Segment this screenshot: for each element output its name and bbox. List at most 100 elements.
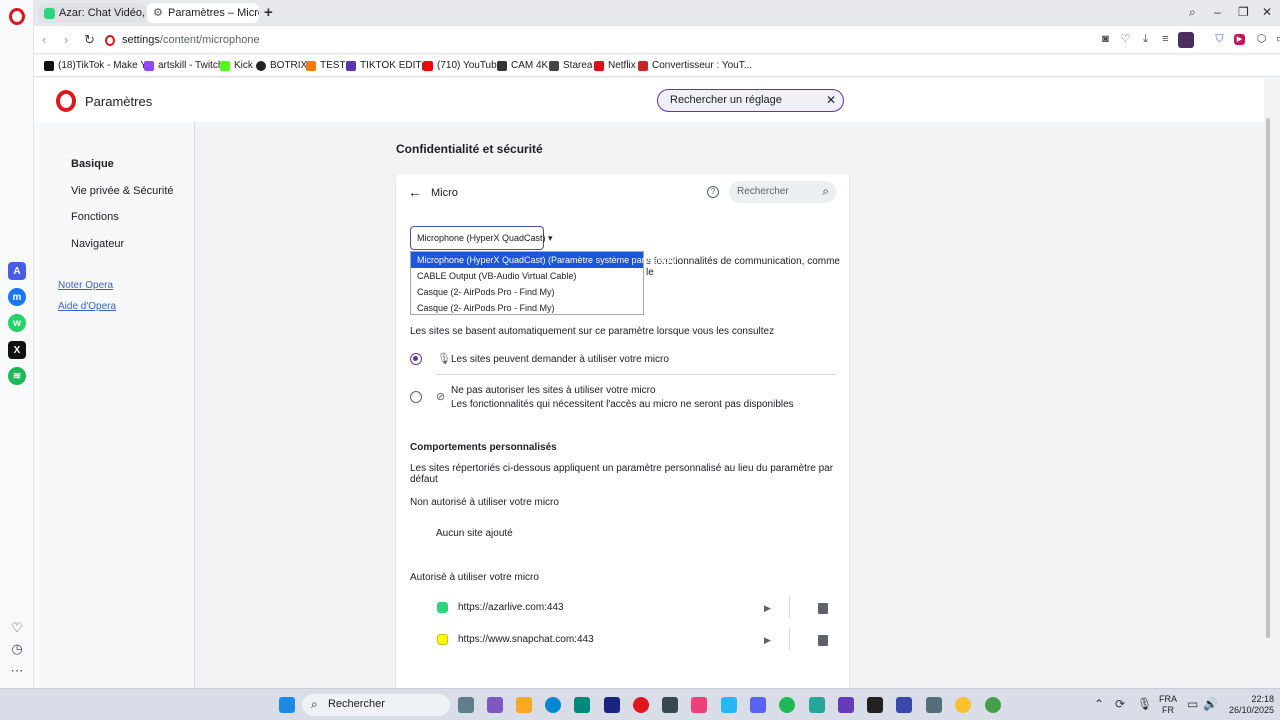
history-icon[interactable]: ◷ <box>10 642 24 656</box>
bookmark-tiktok[interactable]: (18)TikTok - Make Y... <box>44 60 154 71</box>
chrome-icon[interactable] <box>955 697 971 713</box>
bookmark-cam4k[interactable]: CAM 4K <box>497 60 548 71</box>
divider <box>789 628 790 650</box>
close-window-button[interactable]: ✕ <box>1262 5 1272 19</box>
opera-taskbar-icon[interactable] <box>633 697 649 713</box>
bookmark-test[interactable]: TEST <box>306 60 346 71</box>
new-tab-button[interactable]: + <box>264 4 273 21</box>
reload-icon[interactable]: ↻ <box>84 32 95 48</box>
profile-avatar[interactable] <box>1178 32 1194 48</box>
whatsapp-icon[interactable]: w <box>8 314 26 332</box>
app-icon[interactable] <box>809 697 825 713</box>
app-icon[interactable] <box>662 697 678 713</box>
extensions-cube-icon[interactable]: ⬡ <box>1256 34 1267 45</box>
aria-icon[interactable]: A <box>8 262 26 280</box>
bookmark-botrix[interactable]: BOTRIX <box>256 60 307 71</box>
card-search-input[interactable]: Rechercher ⌕ <box>729 181 836 203</box>
microphone-select[interactable]: Microphone (HyperX QuadCast) ▾ <box>410 226 553 250</box>
epic-games-icon[interactable] <box>867 697 883 713</box>
opera-logo-icon[interactable] <box>9 8 25 25</box>
camera-icon[interactable]: ◙ <box>1100 34 1111 45</box>
page-scrollbar[interactable] <box>1264 78 1272 688</box>
expand-arrow-icon[interactable]: ▶ <box>764 635 771 646</box>
clear-search-icon[interactable]: ✕ <box>826 93 836 107</box>
app-icon[interactable] <box>985 697 1001 713</box>
nav-vie-privee[interactable]: Vie privée & Sécurité <box>71 185 174 197</box>
nav-basique[interactable]: Basique <box>71 158 114 170</box>
bookmark-twitch[interactable]: artskill - Twitch <box>144 60 223 71</box>
nav-fonctions[interactable]: Fonctions <box>71 211 119 223</box>
chevron-up-icon[interactable]: ⌃ <box>1094 697 1104 711</box>
tab-azar[interactable]: Azar: Chat Vidéo, Rencont <box>38 3 146 23</box>
file-explorer-icon[interactable] <box>516 697 532 713</box>
bookmark-tiktok-edit[interactable]: TIKTOK EDITµ+ <box>346 60 433 71</box>
dropdown-option[interactable]: Casque (2- AirPods Pro - Find My) <box>411 284 643 300</box>
edge-icon[interactable] <box>545 697 561 713</box>
link-aide-opera[interactable]: Aide d'Opera <box>58 301 116 312</box>
tiktok-icon <box>44 60 54 71</box>
messenger-icon[interactable]: m <box>8 288 26 306</box>
x-twitter-icon[interactable]: X <box>8 341 26 359</box>
bookmark-starea[interactable]: Starea <box>549 60 592 71</box>
extension-icon[interactable]: ▸ <box>1234 34 1245 45</box>
more-icon[interactable]: ⋯ <box>10 664 24 678</box>
app-l-icon[interactable] <box>604 697 620 713</box>
dropdown-option[interactable]: Microphone (HyperX QuadCast) (Paramètre … <box>411 252 675 268</box>
back-icon[interactable]: ‹ <box>42 32 46 47</box>
windows-start-icon[interactable] <box>279 697 295 713</box>
opera-page-icon <box>105 35 115 46</box>
menu-icon[interactable]: ≡ <box>1160 34 1171 45</box>
app-icon[interactable] <box>896 697 912 713</box>
clock-date[interactable]: 26/10/2025 <box>1214 705 1274 715</box>
heart-icon[interactable]: ♡ <box>10 621 24 635</box>
radio-allow[interactable] <box>410 353 422 365</box>
bookmark-netflix[interactable]: Netflix <box>594 60 636 71</box>
help-icon[interactable]: ? <box>707 186 719 198</box>
dropdown-option[interactable]: CABLE Output (VB-Audio Virtual Cable) <box>411 268 643 284</box>
clock-time[interactable]: 22:18 <box>1224 694 1274 704</box>
visual-studio-icon[interactable] <box>838 697 854 713</box>
windows-taskbar: ⌕ Rechercher ⌃ ⟳ 🎙 FRA FR ▭ 🔊 22:18 26/1… <box>0 688 1280 720</box>
bookmark-youtube[interactable]: (710) YouTube <box>423 60 502 71</box>
nav-navigateur[interactable]: Navigateur <box>71 238 124 250</box>
tiktok-icon[interactable] <box>691 697 707 713</box>
copilot-icon[interactable] <box>487 697 503 713</box>
store-icon[interactable] <box>574 697 590 713</box>
bookmark-convertisseur[interactable]: Convertisseur : YouT... <box>638 60 752 71</box>
allowed-site-snapchat[interactable]: https://www.snapchat.com:443 <box>458 634 594 645</box>
settings-search-input[interactable]: Rechercher un réglage ✕ <box>657 89 844 112</box>
spotify-icon[interactable]: ≋ <box>8 367 26 385</box>
maximize-button[interactable]: ❐ <box>1238 5 1249 19</box>
app-icon[interactable] <box>721 697 737 713</box>
delete-icon[interactable] <box>818 635 828 646</box>
language-indicator[interactable]: FRA <box>1156 694 1180 704</box>
spotify-icon[interactable] <box>779 697 795 713</box>
microphone-icon: 🎙 <box>437 353 451 365</box>
forward-icon[interactable]: › <box>64 32 68 47</box>
dropdown-option[interactable]: Casque (2- AirPods Pro - Find My) <box>411 300 643 316</box>
expand-arrow-icon[interactable]: ▶ <box>764 603 771 614</box>
azar-favicon-icon <box>437 602 448 613</box>
tab-settings[interactable]: ⚙ Paramètres – Micro × <box>147 3 259 23</box>
taskbar-search[interactable]: ⌕ Rechercher <box>302 694 450 716</box>
scrollbar-thumb[interactable] <box>1266 118 1270 638</box>
radio-block[interactable] <box>410 391 422 403</box>
back-arrow-icon[interactable]: ← <box>408 184 422 200</box>
download-icon[interactable]: ⤓ <box>1140 34 1151 45</box>
search-tabs-icon[interactable]: ⌕ <box>1189 5 1196 20</box>
task-view-icon[interactable] <box>458 697 474 713</box>
settings-gear-icon[interactable] <box>926 697 942 713</box>
minimize-button[interactable]: – <box>1214 5 1221 19</box>
sync-icon[interactable]: ⟳ <box>1115 697 1125 711</box>
sidebar-toggle-icon[interactable]: ▭ <box>1276 34 1280 45</box>
discord-icon[interactable] <box>750 697 766 713</box>
heart-icon[interactable]: ♡ <box>1120 34 1131 45</box>
url-field[interactable]: settings/content/microphone <box>122 34 260 46</box>
allowed-site-azar[interactable]: https://azarlive.com:443 <box>458 602 564 613</box>
bookmark-kick[interactable]: Kick <box>220 60 253 71</box>
link-noter-opera[interactable]: Noter Opera <box>58 280 113 291</box>
microphone-icon[interactable]: 🎙 <box>1137 697 1152 711</box>
vpn-shield-icon[interactable]: ⛉ <box>1214 34 1225 45</box>
display-icon[interactable]: ▭ <box>1187 697 1198 711</box>
delete-icon[interactable] <box>818 603 828 614</box>
